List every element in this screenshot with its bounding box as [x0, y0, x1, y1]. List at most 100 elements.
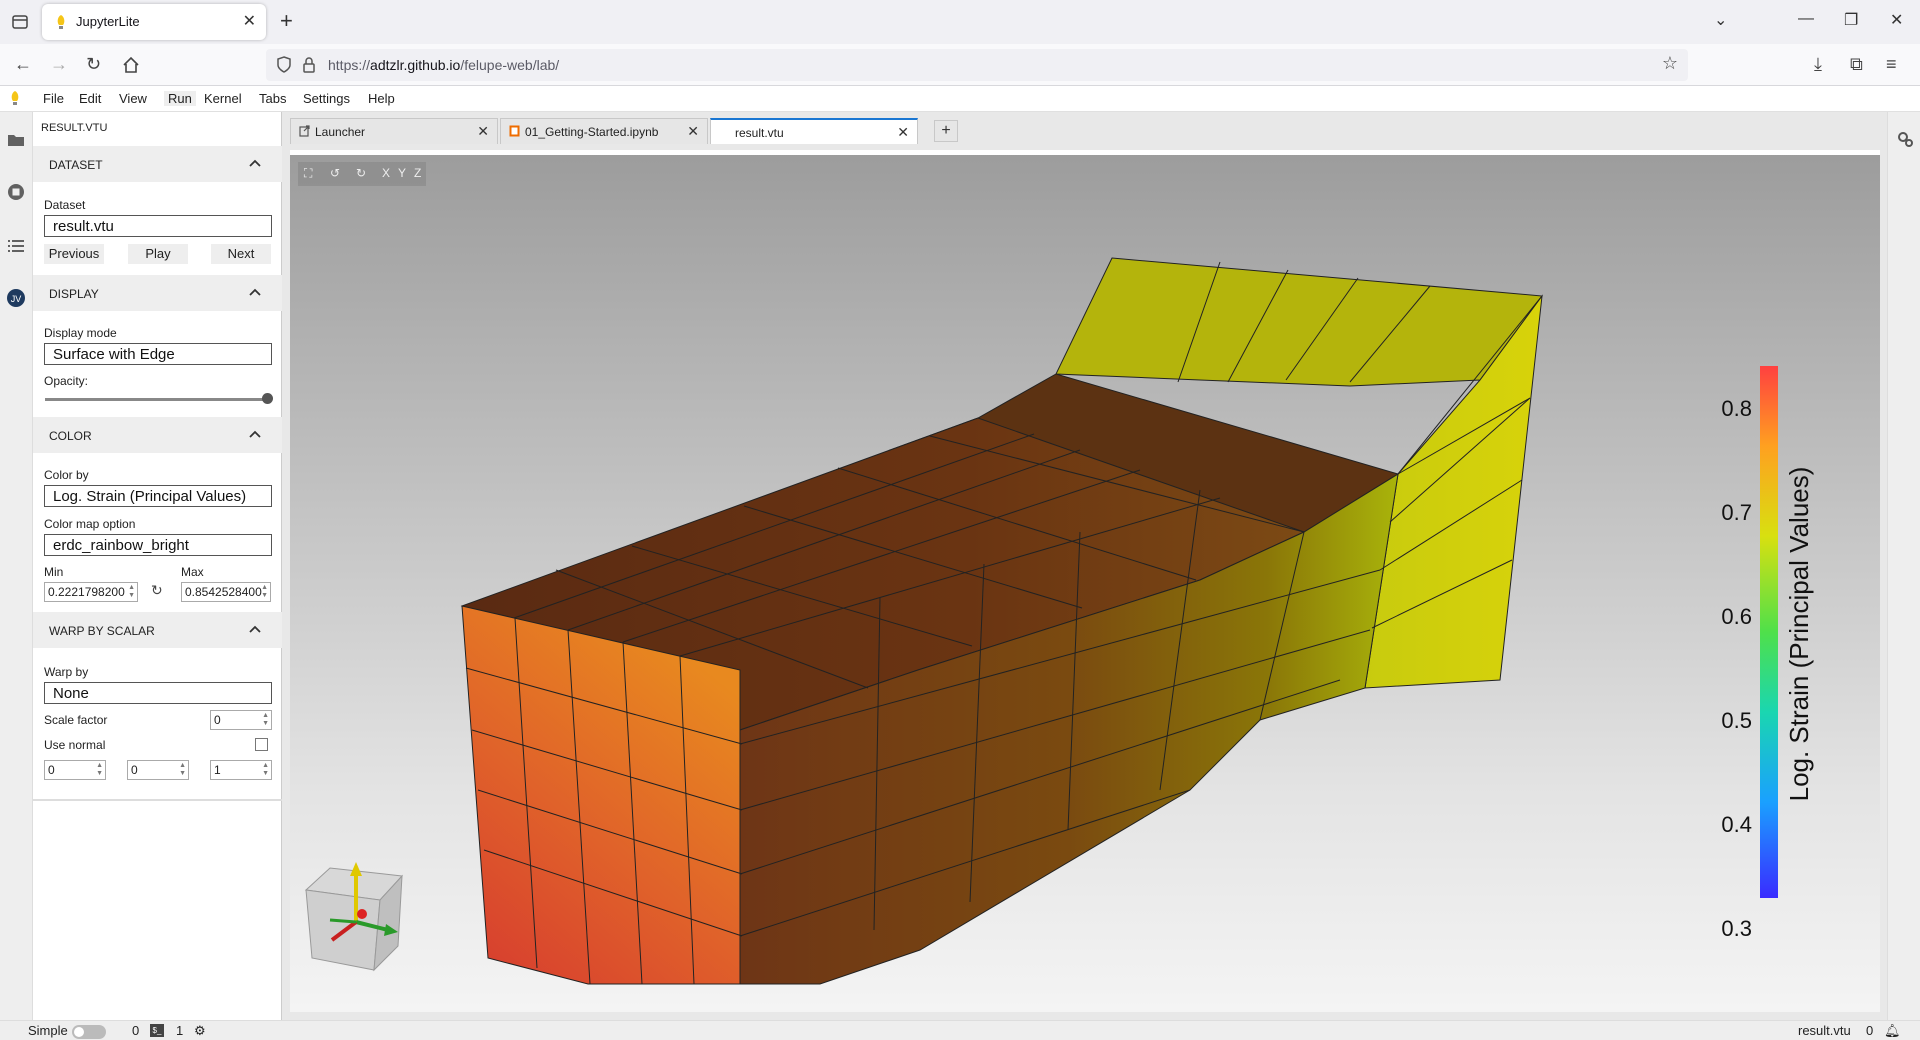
table-of-contents-icon[interactable]	[6, 236, 26, 256]
chevron-up-icon[interactable]	[248, 622, 262, 636]
display-section-header[interactable]: DISPLAY	[33, 275, 282, 311]
color-map-select[interactable]: erdc_rainbow_bright	[44, 534, 272, 556]
colorbar-tick: 0.6	[1721, 604, 1752, 629]
menu-file[interactable]: File	[43, 91, 64, 106]
jupyterlite-logo-icon	[11, 91, 19, 105]
back-icon[interactable]: ←	[14, 54, 32, 75]
3d-viewer[interactable]: ⛶ ↺ ↻ X Y Z 0.8 0.7 0.6 0.5 0.4 0.3 Log.…	[290, 150, 1880, 1012]
browser-tab-bar: JupyterLite ✕ + ⌄ — ❐ ✕	[0, 0, 1920, 44]
terminal-icon[interactable]: $_	[150, 1024, 164, 1037]
warp-by-select[interactable]: None	[44, 682, 272, 704]
chevron-up-icon[interactable]	[248, 156, 262, 170]
restore-icon[interactable]: ❐	[1844, 10, 1858, 30]
warp-by-label: Warp by	[44, 665, 89, 679]
chevron-up-icon[interactable]	[248, 427, 262, 441]
warp-section-header[interactable]: WARP BY SCALAR	[33, 612, 282, 648]
menu-kernel[interactable]: Kernel	[204, 91, 242, 106]
folder-icon[interactable]	[6, 130, 26, 150]
tracking-shield-icon[interactable]	[276, 56, 292, 74]
menu-view[interactable]: View	[119, 91, 147, 106]
kernel-icon[interactable]: ⚙	[194, 1023, 206, 1039]
previous-button[interactable]: Previous	[44, 244, 104, 264]
property-inspector-icon[interactable]	[1896, 130, 1914, 148]
colorbar-tick: 0.4	[1721, 812, 1752, 837]
colorbar-ticks: 0.8 0.7 0.6 0.5 0.4 0.3	[1721, 396, 1752, 941]
home-icon[interactable]	[122, 56, 140, 74]
close-icon[interactable]: ✕	[897, 124, 909, 141]
colorbar-title: Log. Strain (Principal Values)	[1784, 467, 1814, 802]
forward-icon[interactable]: →	[50, 54, 68, 75]
left-activity-bar: JV	[0, 112, 33, 1020]
close-window-icon[interactable]: ✕	[1890, 10, 1903, 30]
tab-notebook[interactable]: 01_Getting-Started.ipynb ✕	[500, 118, 708, 144]
opacity-label: Opacity:	[44, 374, 89, 388]
min-input[interactable]: 0.2221798200 ▲ ▼	[44, 582, 138, 602]
orientation-axes-widget[interactable]	[304, 862, 404, 972]
color-by-label: Color by	[44, 468, 89, 482]
viewer-settings-panel: RESULT.VTU DATASET Dataset result.vtu Pr…	[33, 112, 282, 1020]
normal-y-input[interactable]: 0 ▲ ▼	[127, 760, 189, 780]
main-dock-area: Launcher ✕ 01_Getting-Started.ipynb ✕ re…	[282, 112, 1887, 1020]
display-mode-select[interactable]: Surface with Edge	[44, 343, 272, 365]
tab-launcher[interactable]: Launcher ✕	[290, 118, 498, 144]
scale-factor-input[interactable]: 0 ▲ ▼	[210, 710, 272, 730]
menu-run[interactable]: Run	[164, 91, 196, 106]
spinner-icon[interactable]: ▲ ▼	[128, 584, 135, 600]
menu-tabs[interactable]: Tabs	[259, 91, 286, 106]
browser-tab-jupyterlite[interactable]: JupyterLite ✕	[42, 4, 266, 40]
max-input[interactable]: 0.8542528400 ▲ ▼	[181, 582, 271, 602]
minimize-icon[interactable]: —	[1798, 10, 1814, 28]
opacity-slider-thumb[interactable]	[262, 393, 273, 404]
current-file-name: result.vtu	[1798, 1023, 1851, 1038]
colorbar-tick: 0.7	[1721, 500, 1752, 525]
color-section-title: COLOR	[49, 429, 92, 443]
colorbar-tick: 0.5	[1721, 708, 1752, 733]
reset-range-icon[interactable]: ↻	[151, 582, 163, 599]
menu-help[interactable]: Help	[368, 91, 395, 106]
tab-launcher-label: Launcher	[315, 125, 366, 139]
terminal-count[interactable]: 0	[132, 1023, 139, 1038]
menu-settings[interactable]: Settings	[303, 91, 350, 106]
warp-section-title: WARP BY SCALAR	[49, 624, 155, 638]
opacity-slider-track[interactable]	[45, 398, 267, 401]
notification-count[interactable]: 0	[1866, 1023, 1873, 1038]
tab-result-vtu[interactable]: result.vtu ✕	[710, 118, 918, 144]
tab-result-vtu-label: result.vtu	[735, 126, 784, 140]
spinner-icon[interactable]: ▲ ▼	[262, 762, 269, 778]
spinner-icon[interactable]: ▲ ▼	[261, 584, 268, 600]
normal-x-input[interactable]: 0 ▲ ▼	[44, 760, 106, 780]
spinner-icon[interactable]: ▲ ▼	[179, 762, 186, 778]
dataset-select[interactable]: result.vtu	[44, 215, 272, 237]
add-tab-button[interactable]: +	[934, 120, 958, 142]
use-normal-checkbox[interactable]	[255, 738, 268, 751]
bookmark-star-icon[interactable]: ☆	[1662, 53, 1678, 74]
close-icon[interactable]: ✕	[687, 123, 699, 140]
spinner-icon[interactable]: ▲ ▼	[96, 762, 103, 778]
lock-icon[interactable]	[302, 56, 316, 74]
bell-icon[interactable]: 🔔︎	[1884, 1023, 1901, 1039]
color-section-header[interactable]: COLOR	[33, 417, 282, 453]
colorbar-gradient	[1760, 366, 1778, 898]
running-kernels-icon[interactable]	[6, 182, 26, 202]
close-tab-icon[interactable]: ✕	[243, 11, 256, 31]
dataset-section-header[interactable]: DATASET	[33, 146, 282, 182]
new-tab-icon[interactable]: +	[280, 8, 293, 34]
color-by-select[interactable]: Log. Strain (Principal Values)	[44, 485, 272, 507]
reload-icon[interactable]: ↻	[86, 54, 101, 75]
menu-edit[interactable]: Edit	[79, 91, 101, 106]
kernel-count[interactable]: 1	[176, 1023, 183, 1038]
simple-mode-toggle[interactable]	[72, 1025, 106, 1039]
normal-z-input[interactable]: 1 ▲ ▼	[210, 760, 272, 780]
url-bar[interactable]: https://adtzlr.github.io/felupe-web/lab/…	[266, 49, 1688, 81]
downloads-icon[interactable]: ⤓	[1814, 54, 1822, 75]
jupyterview-icon[interactable]: JV	[6, 288, 26, 308]
next-button[interactable]: Next	[211, 244, 271, 264]
chevron-up-icon[interactable]	[248, 285, 262, 299]
extensions-icon[interactable]: ⧉	[1850, 54, 1863, 75]
app-menu-icon[interactable]: ≡	[1886, 54, 1897, 75]
play-button[interactable]: Play	[128, 244, 188, 264]
spinner-icon[interactable]: ▲ ▼	[262, 712, 269, 728]
list-all-tabs-icon[interactable]: ⌄	[1714, 10, 1727, 30]
tab-list-icon[interactable]	[8, 10, 32, 34]
close-icon[interactable]: ✕	[477, 123, 489, 140]
